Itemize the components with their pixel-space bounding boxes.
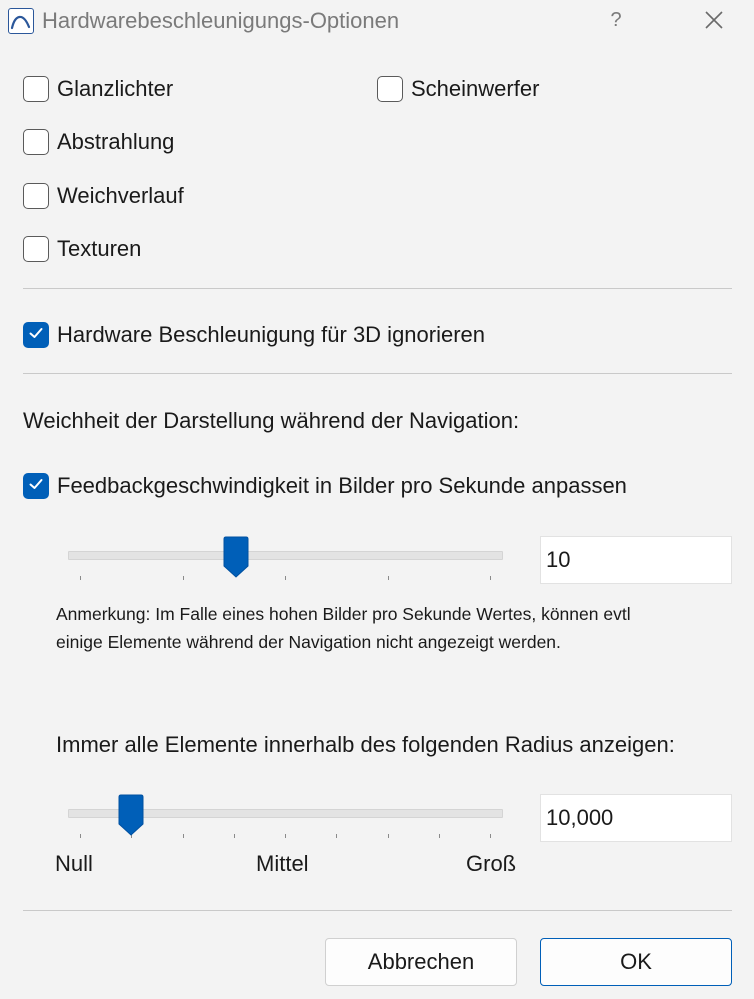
checkbox-label: Feedbackgeschwindigkeit in Bilder pro Se… — [57, 473, 627, 498]
slider-tick — [234, 834, 235, 838]
close-icon — [700, 11, 728, 38]
fps-slider[interactable] — [68, 536, 503, 584]
checkbox-box[interactable] — [23, 236, 49, 262]
slider-tick — [183, 576, 184, 580]
checkbox-box[interactable] — [377, 76, 403, 102]
checkbox-label: Scheinwerfer — [411, 76, 540, 101]
checkbox-spotlights[interactable]: Scheinwerfer — [377, 74, 539, 104]
radius-value-field[interactable]: 10,000 — [540, 794, 732, 842]
checkbox-label: Weichverlauf — [57, 183, 184, 208]
checkmark-icon — [27, 324, 45, 347]
navigation-heading: Weichheit der Darstellung während der Na… — [23, 408, 520, 433]
divider — [23, 288, 732, 289]
slider-tick — [80, 576, 81, 580]
checkbox-box[interactable] — [23, 322, 49, 348]
app-logo-icon — [8, 8, 34, 34]
ok-button[interactable]: OK — [540, 938, 732, 986]
checkbox-box[interactable] — [23, 183, 49, 209]
checkbox-label: Glanzlichter — [57, 76, 174, 101]
radius-label-mid: Mittel — [256, 851, 309, 876]
cancel-button[interactable]: Abbrechen — [325, 938, 517, 986]
checkbox-box[interactable] — [23, 76, 49, 102]
slider-tick — [439, 834, 440, 838]
close-button[interactable] — [700, 6, 728, 34]
checkbox-label: Hardware Beschleunigung für 3D ignoriere… — [57, 322, 486, 347]
checkbox-radiation[interactable]: Abstrahlung — [23, 127, 174, 157]
radius-heading: Immer alle Elemente innerhalb des folgen… — [56, 732, 675, 757]
checkbox-textures[interactable]: Texturen — [23, 234, 141, 264]
slider-tick — [490, 834, 491, 838]
checkbox-gradient[interactable]: Weichverlauf — [23, 181, 184, 211]
checkbox-box[interactable] — [23, 473, 49, 499]
checkbox-fps-adjust[interactable]: Feedbackgeschwindigkeit in Bilder pro Se… — [23, 471, 627, 501]
help-button[interactable]: ? — [604, 6, 628, 34]
checkbox-box[interactable] — [23, 129, 49, 155]
fps-value-field[interactable]: 10 — [540, 536, 732, 584]
divider — [23, 373, 732, 374]
checkbox-label: Abstrahlung — [57, 129, 175, 154]
window-title: Hardwarebeschleunigungs-Optionen — [42, 8, 400, 33]
slider-track[interactable] — [68, 551, 503, 560]
checkbox-label: Texturen — [57, 236, 142, 261]
divider — [23, 910, 732, 911]
checkbox-highlights[interactable]: Glanzlichter — [23, 74, 173, 104]
slider-tick — [388, 576, 389, 580]
checkbox-ignore-hardware[interactable]: Hardware Beschleunigung für 3D ignoriere… — [23, 320, 485, 350]
radius-label-max: Groß — [466, 851, 517, 876]
radius-label-min: Null — [55, 851, 93, 876]
slider-tick — [80, 834, 81, 838]
slider-tick — [285, 834, 286, 838]
slider-thumb[interactable] — [223, 536, 249, 578]
note-line-1: Anmerkung: Im Falle eines hohen Bilder p… — [56, 604, 631, 624]
slider-tick — [285, 576, 286, 580]
slider-tick — [183, 834, 184, 838]
slider-tick — [336, 834, 337, 838]
slider-tick — [490, 576, 491, 580]
radius-slider[interactable] — [68, 794, 503, 842]
slider-thumb[interactable] — [118, 794, 144, 836]
checkmark-icon — [27, 475, 45, 498]
slider-tick — [388, 834, 389, 838]
note-line-2: einige Elemente während der Navigation n… — [56, 632, 561, 652]
